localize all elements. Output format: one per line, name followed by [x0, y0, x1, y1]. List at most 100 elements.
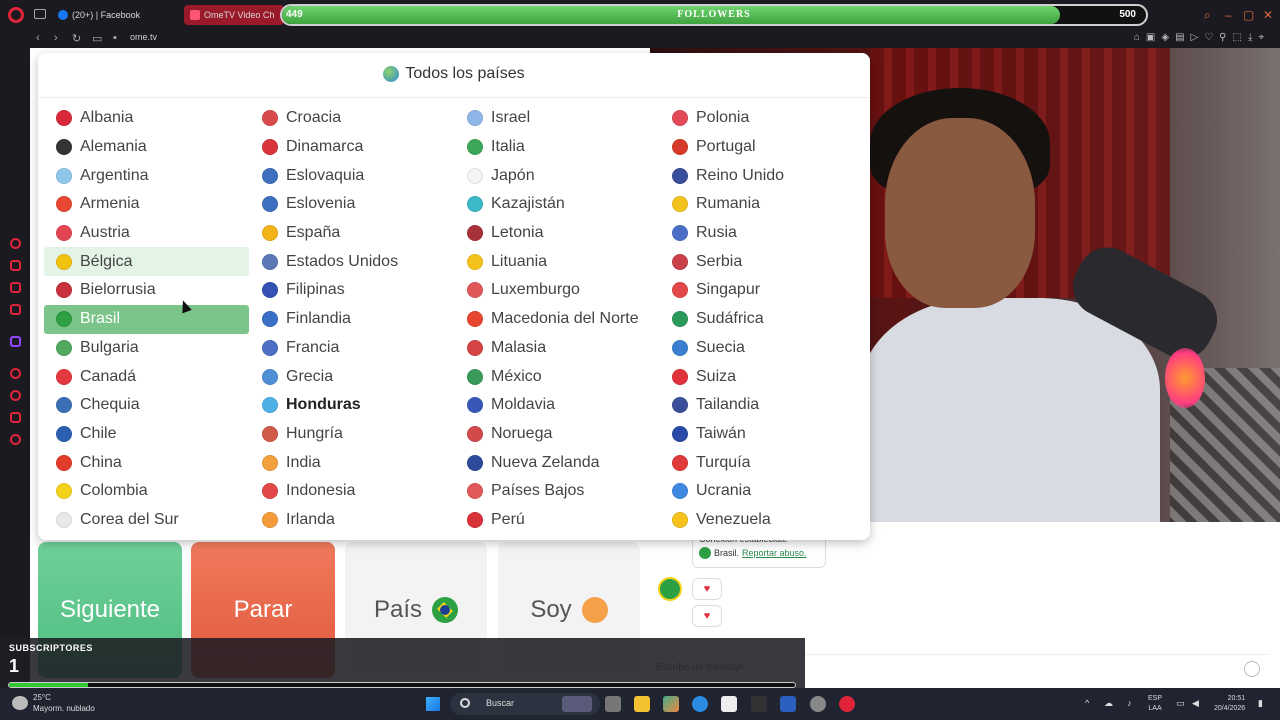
messenger-icon[interactable]: [10, 260, 21, 271]
country-option[interactable]: Portugal: [660, 133, 865, 162]
store-icon[interactable]: [721, 696, 737, 712]
country-option[interactable]: China: [44, 448, 249, 477]
search-tabs-icon[interactable]: ⌕: [1204, 8, 1211, 23]
network-icon[interactable]: ▭: [1176, 698, 1185, 709]
country-option[interactable]: Italia: [455, 133, 660, 162]
country-option[interactable]: Ucrania: [660, 477, 865, 506]
report-abuse-link[interactable]: Reportar abuso.: [742, 548, 807, 558]
country-option[interactable]: Macedonia del Norte: [455, 305, 660, 334]
tab-facebook[interactable]: (20+) | Facebook: [52, 5, 182, 25]
country-option[interactable]: Chile: [44, 420, 249, 449]
country-option[interactable]: Turquía: [660, 448, 865, 477]
country-option[interactable]: Israel: [455, 104, 660, 133]
player-icon[interactable]: [10, 368, 21, 379]
shield-icon[interactable]: [780, 696, 796, 712]
country-option[interactable]: Polonia: [660, 104, 865, 133]
country-option[interactable]: Suiza: [660, 362, 865, 391]
country-option[interactable]: Serbia: [660, 247, 865, 276]
country-option[interactable]: Tailandia: [660, 391, 865, 420]
close-icon[interactable]: ✕: [1263, 8, 1273, 22]
edge-icon[interactable]: [692, 696, 708, 712]
language-indicator[interactable]: ESP LAA: [1148, 694, 1162, 714]
tab-islands-icon[interactable]: [34, 9, 46, 19]
country-option[interactable]: Reino Unido: [660, 161, 865, 190]
country-option[interactable]: Filipinas: [250, 276, 455, 305]
toolbar-icons[interactable]: ⌂▣◈▤▷♡⚲⬚⤓⌖: [1134, 32, 1270, 43]
settings-icon[interactable]: [10, 434, 21, 445]
country-option[interactable]: Hungría: [250, 420, 455, 449]
system-clock[interactable]: 20:51 20/4/2026: [1214, 694, 1245, 714]
chevron-up-icon[interactable]: ^: [1085, 698, 1089, 708]
app-icon[interactable]: [751, 696, 767, 712]
country-option[interactable]: Malasia: [455, 334, 660, 363]
country-option[interactable]: Corea del Sur: [44, 506, 249, 535]
country-option[interactable]: Indonesia: [250, 477, 455, 506]
country-option[interactable]: Suecia: [660, 334, 865, 363]
country-option[interactable]: Grecia: [250, 362, 455, 391]
country-option[interactable]: Canadá: [44, 362, 249, 391]
country-option[interactable]: Bielorrusia: [44, 276, 249, 305]
weather-description[interactable]: Mayorm. nublado: [33, 704, 95, 713]
country-option[interactable]: Bulgaria: [44, 334, 249, 363]
country-option[interactable]: Croacia: [250, 104, 455, 133]
maximize-icon[interactable]: ▢: [1243, 8, 1254, 22]
weather-temperature[interactable]: 25°C: [33, 693, 51, 702]
country-option[interactable]: Rusia: [660, 219, 865, 248]
notifications-icon[interactable]: ▮: [1258, 698, 1263, 709]
country-option[interactable]: Estados Unidos: [250, 247, 455, 276]
country-option[interactable]: Argentina: [44, 161, 249, 190]
twitch-icon[interactable]: [10, 336, 21, 347]
country-option[interactable]: Eslovenia: [250, 190, 455, 219]
country-option[interactable]: Armenia: [44, 190, 249, 219]
country-option[interactable]: Kazajistán: [455, 190, 660, 219]
country-option[interactable]: Rumania: [660, 190, 865, 219]
history-icon[interactable]: [10, 238, 21, 249]
country-option[interactable]: Países Bajos: [455, 477, 660, 506]
country-option[interactable]: Chequia: [44, 391, 249, 420]
url-text[interactable]: ome.tv: [130, 32, 157, 42]
country-option[interactable]: India: [250, 448, 455, 477]
microphone-icon[interactable]: ♪: [1127, 698, 1132, 708]
country-option[interactable]: Lituania: [455, 247, 660, 276]
forward-icon[interactable]: ›: [54, 32, 58, 44]
country-option[interactable]: Moldavia: [455, 391, 660, 420]
country-option[interactable]: México: [455, 362, 660, 391]
bookmark-icon[interactable]: [10, 304, 21, 315]
camera-icon[interactable]: ▭: [92, 32, 102, 45]
volume-icon[interactable]: ◀: [1192, 698, 1199, 709]
country-option[interactable]: Honduras: [250, 391, 455, 420]
onedrive-icon[interactable]: ☁: [1104, 698, 1113, 709]
tab-ometv[interactable]: OmeTV Video Ch: [184, 5, 284, 25]
back-icon[interactable]: ‹: [36, 32, 40, 44]
copilot-icon[interactable]: [663, 696, 679, 712]
country-option[interactable]: Dinamarca: [250, 133, 455, 162]
country-option[interactable]: Luxemburgo: [455, 276, 660, 305]
country-option[interactable]: Nueva Zelanda: [455, 448, 660, 477]
country-option[interactable]: Bélgica: [44, 247, 249, 277]
country-option[interactable]: Japón: [455, 161, 660, 190]
obs-icon[interactable]: [810, 696, 826, 712]
opera-icon[interactable]: [839, 696, 855, 712]
file-explorer-icon[interactable]: [634, 696, 650, 712]
chat-icon[interactable]: [10, 282, 21, 293]
country-option[interactable]: Irlanda: [250, 506, 455, 535]
extensions-icon[interactable]: [10, 412, 21, 423]
minimize-icon[interactable]: –: [1225, 8, 1232, 22]
task-view-icon[interactable]: [605, 696, 621, 712]
country-option[interactable]: Eslovaquia: [250, 161, 455, 190]
opera-logo-icon[interactable]: [8, 7, 24, 23]
search-highlight-icon[interactable]: [562, 696, 592, 712]
cloud-icon[interactable]: [12, 696, 28, 710]
country-option[interactable]: Noruega: [455, 420, 660, 449]
country-option[interactable]: Taiwán: [660, 420, 865, 449]
country-option[interactable]: Sudáfrica: [660, 305, 865, 334]
country-option[interactable]: Brasil: [44, 304, 249, 334]
country-option[interactable]: Letonia: [455, 219, 660, 248]
windows-start-icon[interactable]: [426, 697, 440, 711]
country-option[interactable]: Albania: [44, 104, 249, 133]
country-option[interactable]: Finlandia: [250, 305, 455, 334]
country-option[interactable]: Singapur: [660, 276, 865, 305]
country-option[interactable]: Francia: [250, 334, 455, 363]
country-option[interactable]: Perú: [455, 506, 660, 535]
reload-icon[interactable]: ↻: [72, 32, 81, 45]
